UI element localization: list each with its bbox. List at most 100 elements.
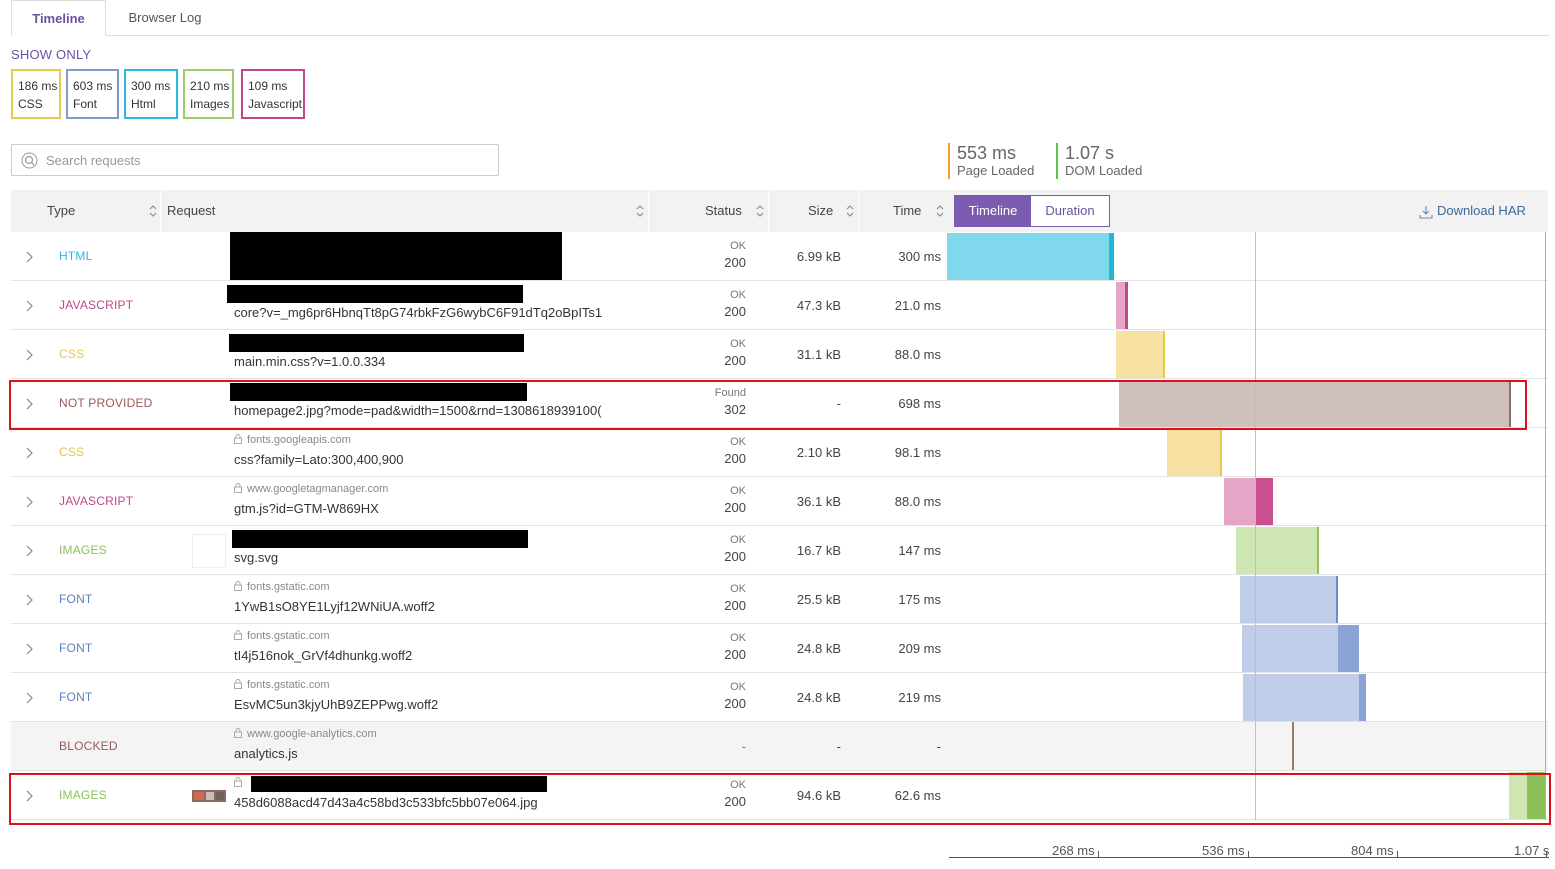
- filter-font[interactable]: 603 ms Font: [66, 69, 119, 119]
- request-row[interactable]: FONT fonts.gstatic.com tI4j516nok_GrVf4dhu…: [11, 624, 1548, 673]
- request-path[interactable]: EsvMC5un3kjyUhB9ZEPPwg.woff2: [234, 697, 438, 712]
- sort-icon[interactable]: [636, 204, 644, 218]
- status-code: 200: [724, 696, 746, 711]
- chevron-right-icon[interactable]: [24, 642, 34, 656]
- filter-time: 210 ms: [190, 79, 230, 93]
- dom-loaded-metric: 1.07 s DOM Loaded: [1056, 143, 1142, 179]
- request-host-text: www.googletagmanager.com: [247, 483, 389, 495]
- request-type: FONT: [59, 690, 93, 704]
- filter-label: Html: [131, 97, 156, 111]
- column-size[interactable]: Size: [808, 190, 833, 232]
- request-row[interactable]: FONT fonts.gstatic.com EsvMC5un3kjyUhB9ZEP…: [11, 673, 1548, 722]
- request-path[interactable]: tI4j516nok_GrVf4dhunkg.woff2: [234, 648, 412, 663]
- status-text: OK: [730, 485, 746, 497]
- search-icon: [21, 152, 38, 169]
- sort-icon[interactable]: [756, 204, 764, 218]
- request-size: -: [836, 739, 841, 754]
- toggle-timeline[interactable]: Timeline: [955, 196, 1031, 226]
- dom-loaded-marker: [1545, 232, 1546, 820]
- dom-loaded-value: 1.07 s: [1065, 143, 1115, 163]
- filter-time: 603 ms: [73, 79, 113, 93]
- column-type[interactable]: Type: [47, 190, 75, 232]
- timeline-bar: [1236, 527, 1317, 574]
- request-row[interactable]: CSS fonts.googleapis.com css?family=Lato:3…: [11, 428, 1548, 477]
- timeline-bar: [1317, 527, 1319, 574]
- toggle-duration[interactable]: Duration: [1031, 196, 1109, 226]
- download-har-button[interactable]: Download HAR: [1419, 190, 1526, 232]
- timeline-bar: [1116, 282, 1125, 329]
- chevron-right-icon[interactable]: [24, 446, 34, 460]
- search-input[interactable]: [46, 149, 486, 171]
- request-path[interactable]: css?family=Lato:300,400,900: [234, 452, 403, 467]
- status-text: OK: [730, 632, 746, 644]
- request-size: 16.7 kB: [796, 543, 841, 558]
- request-time: 209 ms: [898, 641, 941, 656]
- timeline-bar: [1109, 233, 1114, 280]
- lock-icon: [234, 679, 242, 689]
- tab-timeline[interactable]: Timeline: [11, 0, 106, 36]
- request-path[interactable]: 1YwB1sO8YE1Lyjf12WNiUA.woff2: [234, 599, 435, 614]
- filter-html[interactable]: 300 ms Html: [124, 69, 178, 119]
- request-path[interactable]: main.min.css?v=1.0.0.334: [234, 354, 385, 369]
- request-path[interactable]: gtm.js?id=GTM-W869HX: [234, 501, 379, 516]
- chevron-right-icon[interactable]: [24, 691, 34, 705]
- status-text: OK: [730, 583, 746, 595]
- page-loaded-value: 553 ms: [957, 143, 1017, 163]
- status-code: 200: [724, 353, 746, 368]
- sort-icon[interactable]: [149, 204, 157, 218]
- filter-images[interactable]: 210 ms Images: [183, 69, 234, 119]
- highlight-box: [9, 773, 1551, 825]
- request-path[interactable]: svg.svg: [234, 550, 278, 565]
- chevron-right-icon[interactable]: [24, 348, 34, 362]
- request-time: 88.0 ms: [894, 494, 941, 509]
- filter-javascript[interactable]: 109 ms Javascript: [241, 69, 305, 119]
- request-path[interactable]: core?v=_mg6pr6HbnqTt8pG74rbkFzG6wybC6F91…: [234, 305, 602, 320]
- column-time[interactable]: Time: [893, 190, 921, 232]
- lock-icon: [234, 483, 242, 493]
- request-time: 175 ms: [898, 592, 941, 607]
- axis-tick-mark: [1397, 851, 1398, 858]
- lock-icon: [234, 581, 242, 591]
- request-size: 24.8 kB: [796, 690, 841, 705]
- filter-time: 109 ms: [248, 79, 288, 93]
- request-row[interactable]: FONT fonts.gstatic.com 1YwB1sO8YE1Lyjf12WN…: [11, 575, 1548, 624]
- request-time: 147 ms: [898, 543, 941, 558]
- request-host-text: fonts.googleapis.com: [247, 434, 351, 446]
- status-code: 200: [724, 500, 746, 515]
- status-code: 200: [724, 549, 746, 564]
- timeline-bar: [1167, 429, 1220, 476]
- request-host-text: fonts.gstatic.com: [247, 679, 330, 691]
- redacted-block: [229, 334, 524, 352]
- request-host: fonts.gstatic.com: [234, 679, 330, 691]
- chevron-right-icon[interactable]: [24, 495, 34, 509]
- column-request[interactable]: Request: [167, 190, 215, 232]
- page-loaded-metric: 553 ms Page Loaded: [948, 143, 1034, 179]
- sort-icon[interactable]: [846, 204, 854, 218]
- column-status[interactable]: Status: [705, 190, 742, 232]
- sort-icon[interactable]: [936, 204, 944, 218]
- timeline-bar: [1224, 478, 1255, 525]
- request-time: 300 ms: [898, 249, 941, 264]
- chevron-right-icon[interactable]: [24, 250, 34, 264]
- status-code: 200: [724, 451, 746, 466]
- filter-css[interactable]: 186 ms CSS: [11, 69, 61, 119]
- status-code: 200: [724, 255, 746, 270]
- request-row[interactable]: JAVASCRIPT www.googletagmanager.com gtm.js…: [11, 477, 1548, 526]
- status-text: OK: [730, 534, 746, 546]
- request-type: FONT: [59, 641, 93, 655]
- tab-browser-log[interactable]: Browser Log: [114, 0, 216, 36]
- chevron-right-icon[interactable]: [24, 299, 34, 313]
- chevron-right-icon[interactable]: [24, 544, 34, 558]
- request-row[interactable]: BLOCKED www.google-analytics.com analytics…: [11, 722, 1548, 771]
- request-path[interactable]: analytics.js: [234, 746, 298, 761]
- request-type: JAVASCRIPT: [59, 494, 134, 508]
- page-loaded-label: Page Loaded: [957, 163, 1035, 178]
- chevron-right-icon[interactable]: [24, 593, 34, 607]
- axis-tick-label: 536 ms: [1202, 843, 1245, 858]
- status-text: OK: [730, 240, 746, 252]
- request-time: 88.0 ms: [894, 347, 941, 362]
- request-size: 25.5 kB: [796, 592, 841, 607]
- redacted-block: [230, 383, 527, 401]
- timeline-bar: [1336, 576, 1338, 623]
- axis-tick-label: 268 ms: [1052, 843, 1095, 858]
